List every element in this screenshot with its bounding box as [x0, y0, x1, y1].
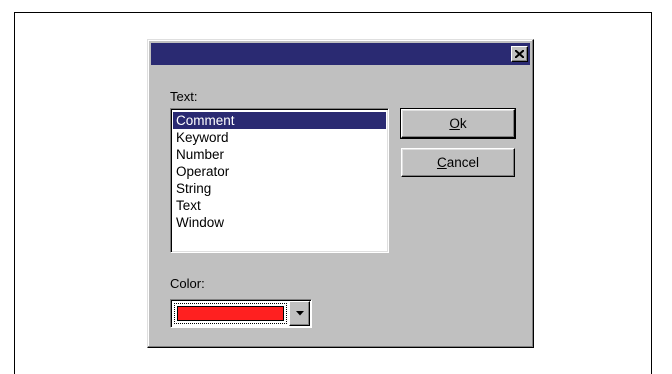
list-item[interactable]: Comment	[173, 112, 386, 129]
list-item[interactable]: Text	[173, 197, 386, 214]
close-x-icon	[515, 50, 524, 58]
color-label: Color:	[170, 276, 205, 291]
cancel-button[interactable]: Cancel	[401, 148, 515, 177]
color-dropdown-button[interactable]	[289, 301, 310, 326]
text-color-dialog: Text: Comment Keyword Number Operator St…	[147, 39, 534, 348]
text-category-listbox[interactable]: Comment Keyword Number Operator String T…	[170, 108, 389, 253]
color-dropdown[interactable]	[170, 299, 312, 328]
chevron-down-icon	[295, 311, 304, 316]
list-item[interactable]: Window	[173, 214, 386, 231]
close-button[interactable]	[511, 46, 528, 62]
list-item[interactable]: Keyword	[173, 129, 386, 146]
ok-button[interactable]: Ok	[400, 108, 516, 139]
title-bar	[151, 43, 530, 65]
list-item[interactable]: Operator	[173, 163, 386, 180]
color-swatch-focus	[174, 303, 287, 324]
text-label: Text:	[170, 89, 198, 104]
ok-mnemonic: O	[449, 116, 460, 131]
ok-label-rest: k	[459, 116, 467, 131]
cancel-mnemonic: C	[436, 155, 447, 170]
list-item[interactable]: String	[173, 180, 386, 197]
color-swatch	[177, 306, 284, 321]
list-item[interactable]: Number	[173, 146, 386, 163]
cancel-label-rest: ancel	[446, 155, 480, 170]
